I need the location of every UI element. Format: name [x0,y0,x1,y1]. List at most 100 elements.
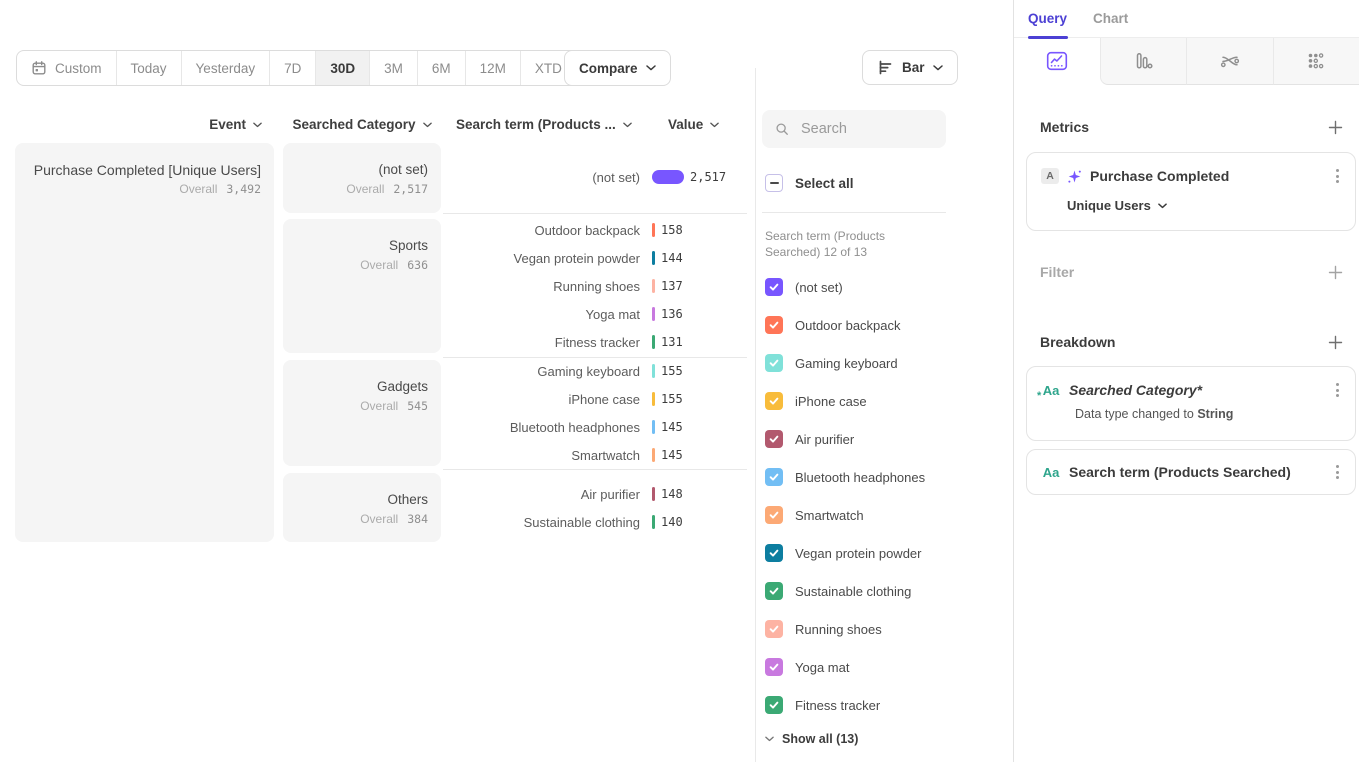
add-filter-button[interactable] [1326,263,1344,281]
term-row[interactable]: Yoga mat136 [450,300,750,328]
tab-query[interactable]: Query [1028,11,1067,26]
chart-type-select[interactable]: Bar [862,50,958,85]
checkbox-checked[interactable] [765,278,783,296]
compare-button[interactable]: Compare [564,50,671,86]
checkbox-checked[interactable] [765,316,783,334]
filter-item-bluetooth-headphones[interactable]: Bluetooth headphones [765,467,925,487]
filter-item-iphone-case[interactable]: iPhone case [765,391,867,411]
filter-item--not-set-[interactable]: (not set) [765,277,843,297]
column-header-searched-category[interactable]: Searched Category [283,117,441,132]
search-box[interactable] [762,110,946,148]
search-icon [775,121,789,137]
column-header-value[interactable]: Value [668,117,719,132]
term-row[interactable]: Air purifier148 [450,480,750,508]
tab-retention[interactable] [1273,38,1359,85]
filter-item-yoga-mat[interactable]: Yoga mat [765,657,849,677]
show-all-button[interactable]: Show all (13) [765,732,858,746]
check-icon [768,357,780,369]
filter-item-label: Outdoor backpack [795,318,901,333]
date-range-today[interactable]: Today [116,51,181,85]
filter-item-label: Vegan protein powder [795,546,921,561]
category-cell[interactable]: (not set)Overall2,517 [283,143,441,213]
filter-item-running-shoes[interactable]: Running shoes [765,619,882,639]
panel-divider [755,68,756,762]
measure-select[interactable]: Unique Users [1067,198,1355,213]
term-row[interactable]: Outdoor backpack158 [450,216,750,244]
category-cell[interactable]: SportsOverall636 [283,219,441,353]
filter-item-fitness-tracker[interactable]: Fitness tracker [765,695,880,715]
term-row[interactable]: iPhone case155 [450,385,750,413]
term-row[interactable]: Vegan protein powder144 [450,244,750,272]
date-range-yesterday[interactable]: Yesterday [181,51,270,85]
chevron-down-icon [1158,203,1167,209]
tab-chart[interactable]: Chart [1093,11,1128,26]
add-metric-button[interactable] [1326,118,1344,136]
category-cell[interactable]: OthersOverall384 [283,473,441,542]
breakdown-card-search-term[interactable]: Aa Search term (Products Searched) [1026,449,1356,495]
event-sparkle-icon [1067,169,1082,184]
term-row[interactable]: Sustainable clothing140 [450,508,750,536]
plus-icon [1328,335,1343,350]
event-overall: Overall3,492 [25,182,261,196]
metric-card[interactable]: A Purchase Completed Unique Users [1026,152,1356,231]
add-breakdown-button[interactable] [1326,333,1344,351]
select-all-checkbox[interactable] [765,174,783,192]
checkbox-checked[interactable] [765,506,783,524]
category-overall: Overall636 [293,258,428,272]
term-row[interactable]: Bluetooth headphones145 [450,413,750,441]
category-overall: Overall384 [293,512,428,526]
breakdown-title: Breakdown [1040,334,1115,350]
category-name: Gadgets [293,378,428,396]
kebab-menu-icon[interactable] [1332,167,1343,185]
kebab-menu-icon[interactable] [1332,381,1343,399]
tab-flows[interactable] [1186,38,1273,85]
checkbox-checked[interactable] [765,696,783,714]
filter-item-smartwatch[interactable]: Smartwatch [765,505,864,525]
breakdown-card-searched-category[interactable]: Aa* Searched Category* Data type changed… [1026,366,1356,441]
term-row[interactable]: Fitness tracker131 [450,328,750,356]
checkbox-checked[interactable] [765,544,783,562]
filter-item-vegan-protein-powder[interactable]: Vegan protein powder [765,543,921,563]
checkbox-checked[interactable] [765,658,783,676]
tab-funnels[interactable] [1100,38,1187,85]
bar-chart-icon [877,59,894,76]
checkbox-checked[interactable] [765,392,783,410]
term-row[interactable]: (not set)2,517 [450,163,750,191]
checkbox-checked[interactable] [765,582,783,600]
column-header-event[interactable]: Event [100,117,262,132]
date-range-30d[interactable]: 30D [315,51,369,85]
filter-item-gaming-keyboard[interactable]: Gaming keyboard [765,353,898,373]
group-divider [443,213,747,214]
check-icon [768,281,780,293]
value-bar [652,170,684,184]
check-icon [768,623,780,635]
date-range-7d[interactable]: 7D [269,51,315,85]
term-row[interactable]: Running shoes137 [450,272,750,300]
date-range-custom[interactable]: Custom [17,51,116,85]
term-label: Gaming keyboard [450,364,640,379]
column-header-search-term[interactable]: Search term (Products ... [456,117,632,132]
checkbox-checked[interactable] [765,354,783,372]
kebab-menu-icon[interactable] [1332,463,1343,481]
checkbox-checked[interactable] [765,430,783,448]
term-label: (not set) [450,170,640,185]
filter-item-outdoor-backpack[interactable]: Outdoor backpack [765,315,901,335]
search-input[interactable] [799,120,933,138]
date-range-3m[interactable]: 3M [369,51,417,85]
filter-item-label: Sustainable clothing [795,584,911,599]
date-range-6m[interactable]: 6M [417,51,465,85]
filter-item-air-purifier[interactable]: Air purifier [765,429,854,449]
tab-insights[interactable] [1014,38,1100,85]
select-all[interactable]: Select all [765,174,854,192]
category-cell[interactable]: GadgetsOverall545 [283,360,441,466]
term-value: 155 [661,392,683,406]
filter-item-sustainable-clothing[interactable]: Sustainable clothing [765,581,911,601]
checkbox-checked[interactable] [765,620,783,638]
checkbox-checked[interactable] [765,468,783,486]
date-range-12m[interactable]: 12M [465,51,520,85]
event-cell[interactable]: Purchase Completed [Unique Users] Overal… [15,143,274,542]
term-row[interactable]: Smartwatch145 [450,441,750,469]
column-header-label: Searched Category [292,117,415,132]
date-range-label: 7D [284,61,301,76]
term-row[interactable]: Gaming keyboard155 [450,357,750,385]
